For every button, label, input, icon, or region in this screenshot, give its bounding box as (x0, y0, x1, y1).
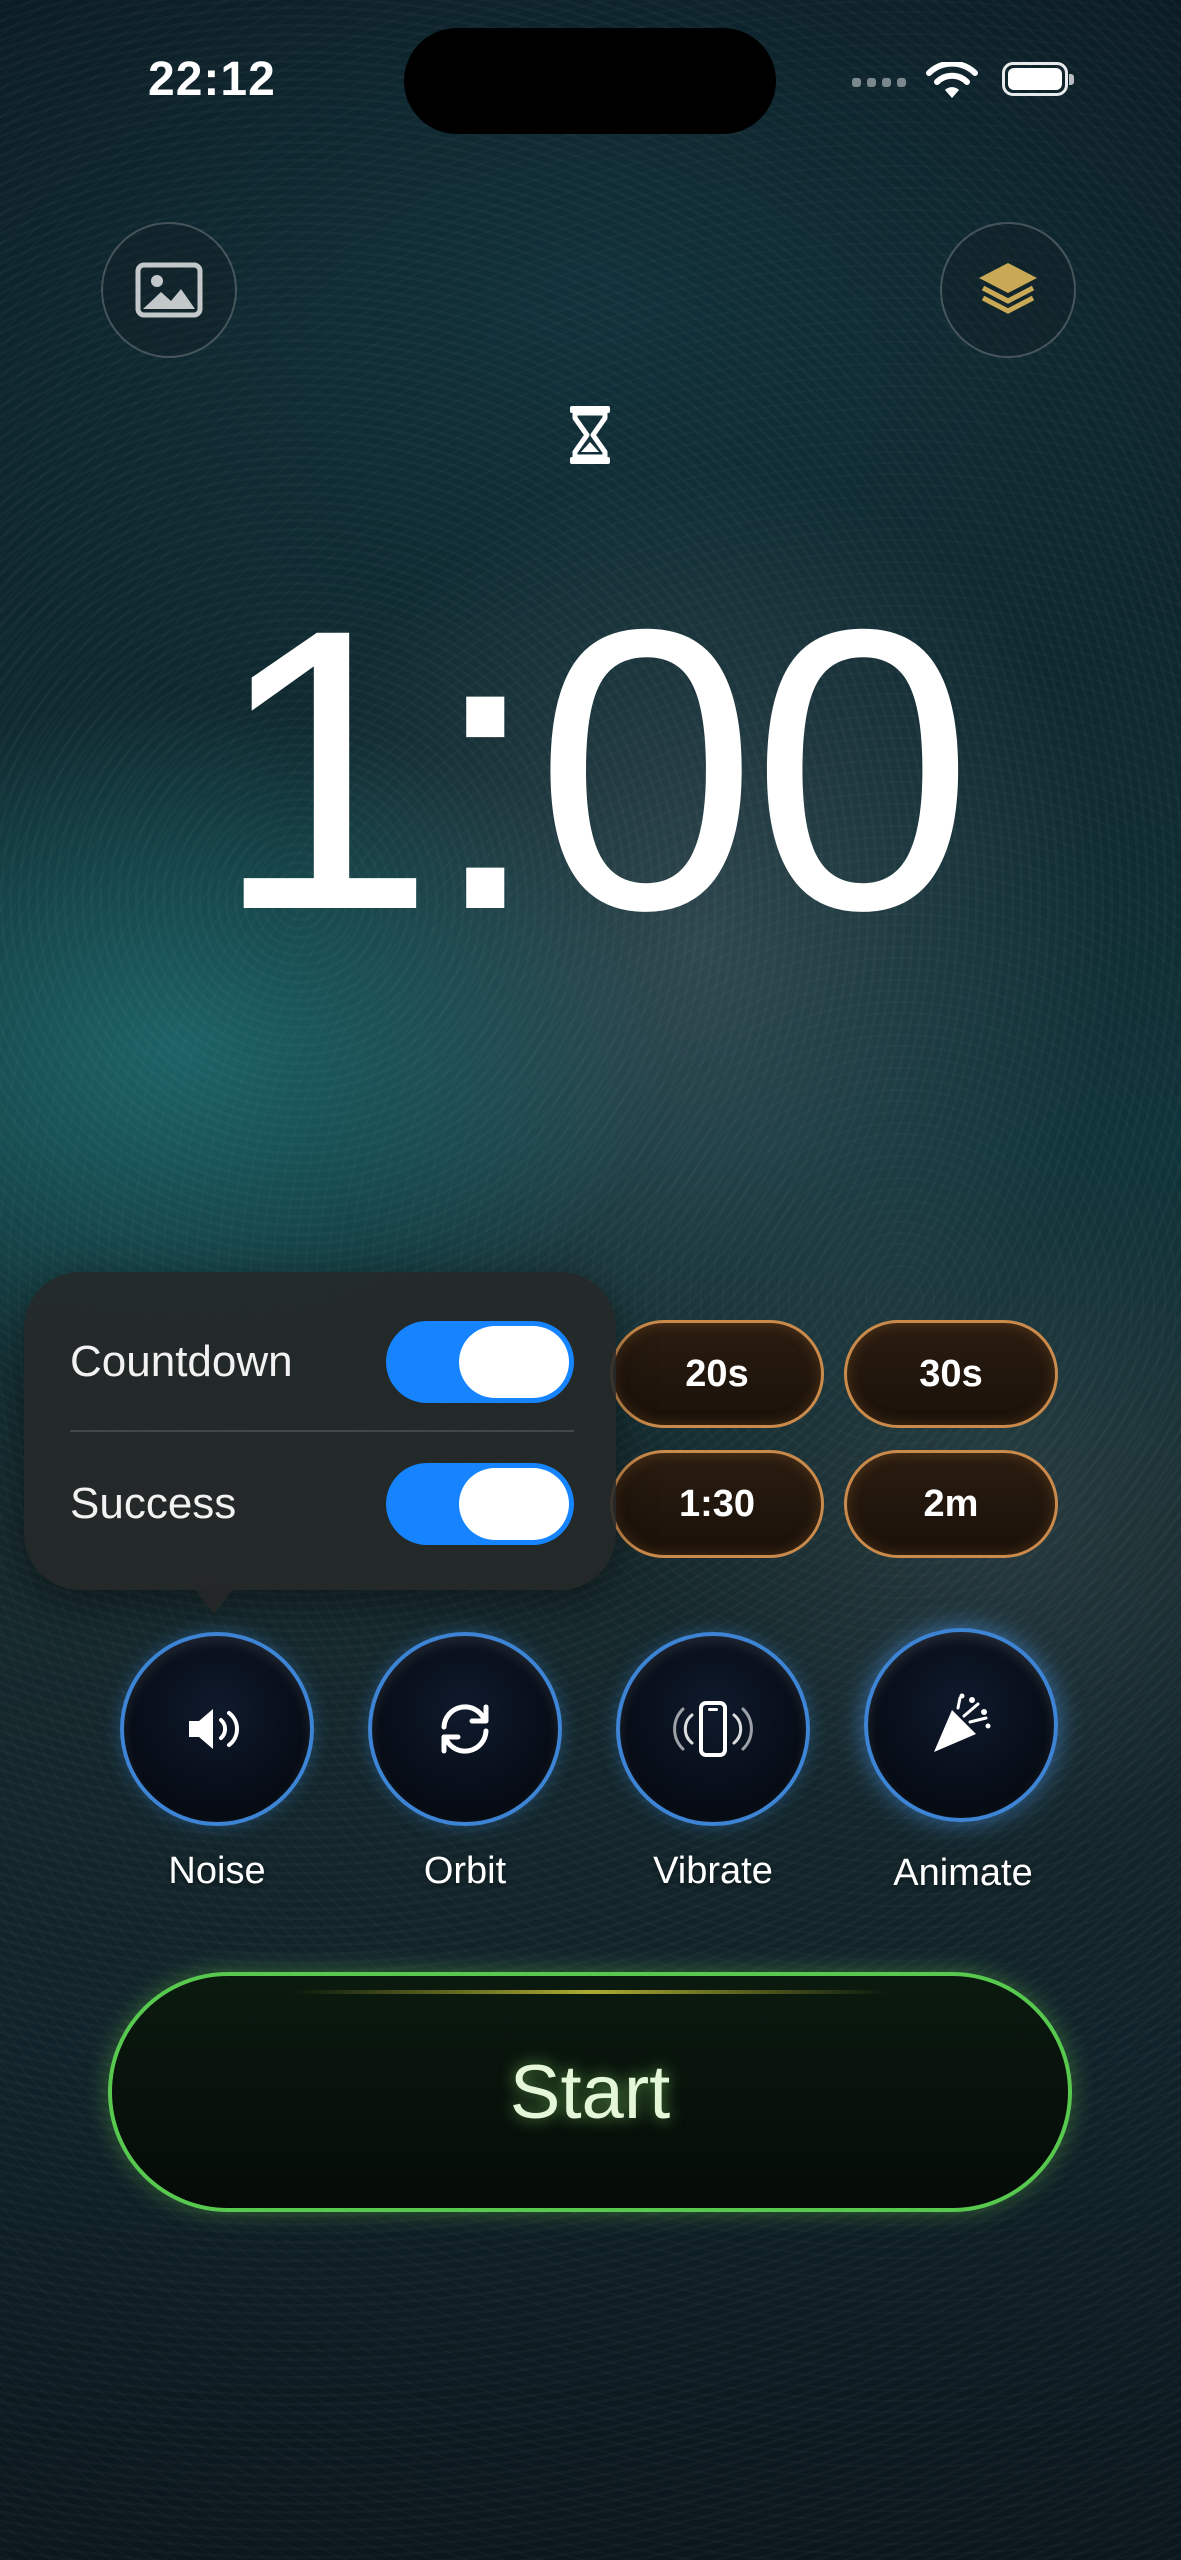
preset-button[interactable]: 1:30 (610, 1450, 824, 1558)
sound-options-popover: Countdown Success (24, 1272, 616, 1590)
divider (70, 1430, 574, 1432)
orbit-label: Orbit (423, 1850, 507, 1892)
orbit-button[interactable] (368, 1632, 562, 1826)
battery-icon (1002, 62, 1074, 96)
cellular-signal-icon (852, 78, 906, 87)
background-image-button[interactable] (101, 222, 237, 358)
success-sound-row: Success (70, 1444, 574, 1564)
vibrate-button[interactable] (616, 1632, 810, 1826)
party-popper-icon (934, 1693, 991, 1752)
status-time: 22:12 (148, 53, 276, 106)
vibrate-label: Vibrate (653, 1850, 773, 1892)
preset-button[interactable]: 30s (844, 1320, 1058, 1428)
wifi-icon (926, 62, 978, 98)
speaker-icon (189, 1709, 239, 1749)
timer-display[interactable]: 1:00 (0, 560, 1181, 980)
layers-icon (979, 263, 1037, 314)
noise-label: Noise (168, 1850, 266, 1892)
countdown-sound-row: Countdown (70, 1302, 574, 1422)
countdown-label: Countdown (70, 1337, 293, 1386)
preset-button[interactable]: 2m (844, 1450, 1058, 1558)
photo-icon (135, 262, 203, 318)
start-button[interactable]: Start (108, 1972, 1072, 2212)
hourglass-icon (570, 406, 610, 464)
success-toggle[interactable] (386, 1463, 574, 1545)
dynamic-island (404, 28, 776, 134)
animate-button[interactable] (864, 1628, 1058, 1822)
rotate-icon (441, 1704, 489, 1754)
vibrate-phone-icon (673, 1701, 753, 1757)
success-label: Success (70, 1479, 237, 1528)
popover-pointer (188, 1580, 240, 1614)
layers-button[interactable] (940, 222, 1076, 358)
start-label: Start (509, 2049, 671, 2135)
preset-button[interactable]: 20s (610, 1320, 824, 1428)
countdown-toggle[interactable] (386, 1321, 574, 1403)
noise-button[interactable] (120, 1632, 314, 1826)
animate-label: Animate (893, 1852, 1033, 1894)
